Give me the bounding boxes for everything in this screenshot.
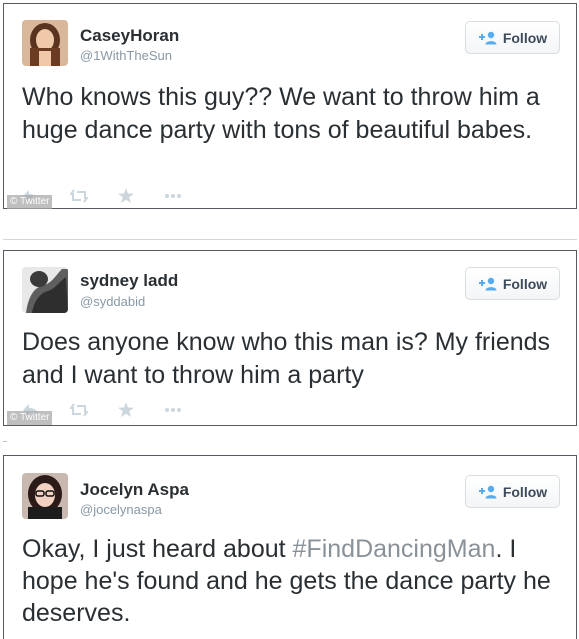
- tweet-card: Jocelyn Aspa @jocelynaspa Follow Okay, I…: [3, 455, 577, 639]
- avatar[interactable]: [22, 473, 68, 519]
- tweet-text-start: Okay, I just heard about: [22, 535, 293, 563]
- display-name[interactable]: Jocelyn Aspa: [80, 480, 189, 500]
- display-name[interactable]: CaseyHoran: [80, 26, 179, 46]
- avatar[interactable]: [22, 267, 68, 313]
- avatar[interactable]: [22, 20, 68, 66]
- tweet-text: Okay, I just heard about #FindDancingMan…: [22, 533, 570, 629]
- retweet-icon[interactable]: [70, 188, 88, 203]
- follow-label: Follow: [502, 29, 548, 46]
- follow-button[interactable]: Follow: [465, 475, 560, 508]
- more-icon[interactable]: [164, 193, 182, 199]
- tweet-card: sydney ladd @syddabid Follow Does anyone…: [3, 250, 577, 426]
- add-user-icon: [478, 485, 498, 499]
- tweet-text: Does anyone know who this man is? My fri…: [22, 328, 551, 389]
- retweet-icon[interactable]: [70, 402, 88, 417]
- divider: [3, 239, 577, 240]
- hashtag-link[interactable]: #FindDancingMan: [293, 535, 496, 563]
- tweet-text: Who knows this guy?? We want to throw hi…: [22, 83, 540, 144]
- follow-button[interactable]: Follow: [465, 267, 560, 300]
- user-handle[interactable]: @syddabid: [80, 294, 145, 309]
- tweet-card: CaseyHoran @1WithTheSun Follow Who knows…: [3, 3, 577, 209]
- add-user-icon: [478, 277, 498, 291]
- follow-button[interactable]: Follow: [465, 21, 560, 54]
- twitter-watermark: © Twitter: [7, 411, 53, 425]
- follow-label: Follow: [502, 483, 548, 500]
- star-icon[interactable]: [118, 188, 134, 203]
- user-handle[interactable]: @jocelynaspa: [80, 502, 162, 517]
- follow-label: Follow: [502, 275, 548, 292]
- star-icon[interactable]: [118, 402, 134, 417]
- display-name[interactable]: sydney ladd: [80, 271, 178, 291]
- more-icon[interactable]: [164, 407, 182, 413]
- divider: [3, 441, 7, 442]
- user-handle[interactable]: @1WithTheSun: [80, 48, 172, 63]
- add-user-icon: [478, 31, 498, 45]
- twitter-watermark: © Twitter: [7, 195, 53, 209]
